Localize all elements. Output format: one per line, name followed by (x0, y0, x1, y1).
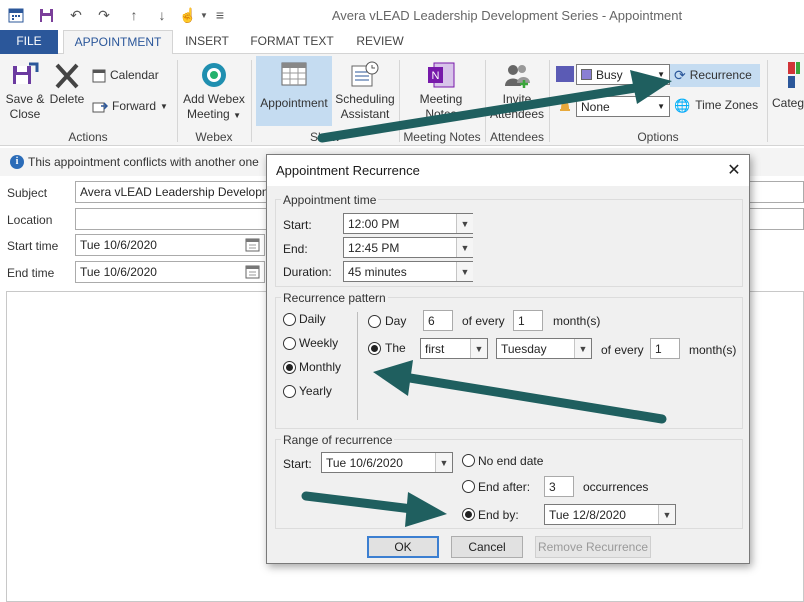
arrow-to-monthly (373, 360, 667, 424)
arrow-to-end-by (301, 491, 447, 527)
arrow-to-recurrence (317, 70, 672, 143)
annotation-arrows (301, 70, 672, 527)
